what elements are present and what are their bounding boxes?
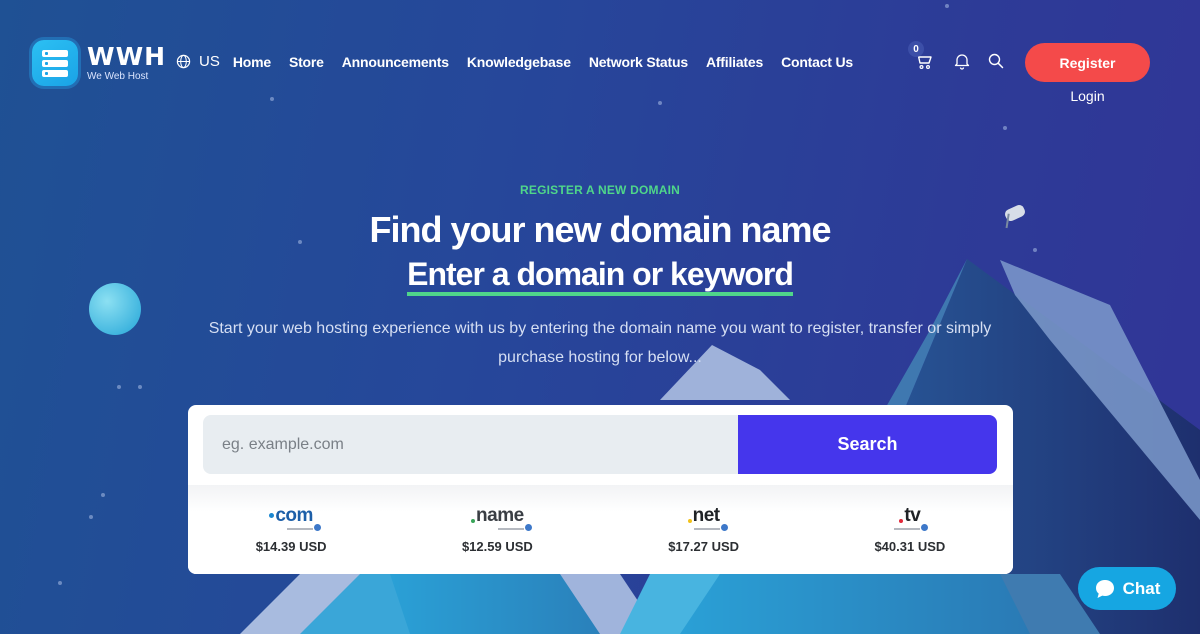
nav-knowledgebase[interactable]: Knowledgebase (467, 54, 571, 70)
chat-button[interactable]: Chat (1078, 567, 1176, 610)
tld-name-logo: name (471, 506, 532, 531)
language-selector[interactable]: US (176, 53, 220, 70)
brand-name: WWH (87, 42, 167, 71)
tld-price: $12.59 USD (461, 539, 533, 554)
tld-net-logo: net (687, 506, 728, 531)
hero-description: Start your web hosting experience with u… (208, 320, 992, 366)
tld-item[interactable]: net $17.27 USD (601, 485, 807, 574)
login-link[interactable]: Login (1025, 88, 1150, 104)
cart-button[interactable]: 0 (908, 41, 932, 70)
domain-search-input[interactable] (203, 415, 738, 474)
tld-pricing-list: .comcom $14.39 USD name $12.59 USD net $… (188, 485, 1013, 574)
chat-bubble-icon (1095, 579, 1114, 598)
tld-price: $40.31 USD (874, 539, 946, 554)
tld-tv-logo: tv (894, 506, 929, 531)
tld-item[interactable]: .comcom $14.39 USD (188, 485, 394, 574)
server-stack-icon (32, 40, 78, 86)
tld-price: $17.27 USD (668, 539, 740, 554)
hero-headline: Find your new domain name (369, 209, 831, 250)
chat-label: Chat (1122, 578, 1161, 598)
globe-icon (176, 54, 191, 69)
site-header: WWH We Web Host US Home Store Announceme… (0, 0, 1200, 120)
cart-count-badge: 0 (908, 41, 924, 57)
tld-price: $14.39 USD (255, 539, 327, 554)
nav-announcements[interactable]: Announcements (342, 54, 449, 70)
main-nav: US Home Store Announcements Knowledgebas… (176, 53, 871, 70)
hero-eyebrow: REGISTER A NEW DOMAIN (520, 183, 680, 197)
search-button[interactable] (988, 53, 1004, 69)
search-icon (988, 53, 1004, 69)
nav-store[interactable]: Store (289, 54, 324, 70)
nav-network-status[interactable]: Network Status (589, 54, 688, 70)
register-button[interactable]: Register (1025, 43, 1150, 82)
header-actions: 0 (900, 41, 1022, 70)
domain-search-card: Search .comcom $14.39 USD name $12.59 US… (188, 405, 1013, 574)
hero-subhead: Enter a domain or keyword (407, 256, 794, 296)
bell-icon (954, 54, 970, 70)
brand-logo[interactable]: WWH We Web Host (32, 40, 166, 86)
brand-tagline: We Web Host (87, 71, 149, 82)
domain-search-form: Search (203, 415, 997, 474)
search-submit-button[interactable]: Search (738, 415, 997, 474)
nav-contact-us[interactable]: Contact Us (781, 54, 853, 70)
nav-affiliates[interactable]: Affiliates (706, 54, 763, 70)
tld-com-logo: .comcom (269, 506, 321, 531)
notifications-button[interactable] (954, 52, 970, 70)
tld-item[interactable]: name $12.59 USD (394, 485, 600, 574)
nav-home[interactable]: Home (233, 54, 271, 70)
language-label: US (199, 53, 220, 70)
tld-item[interactable]: tv $40.31 USD (807, 485, 1013, 574)
